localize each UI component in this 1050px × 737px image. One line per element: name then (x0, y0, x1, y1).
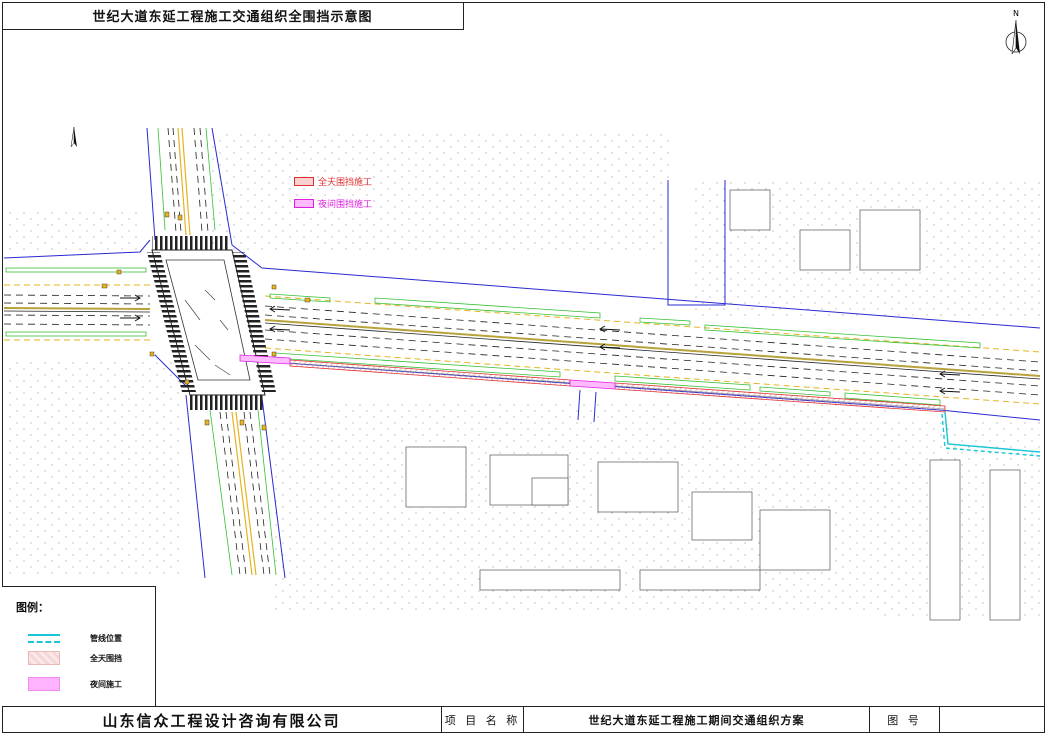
legend-title: 图例： (16, 601, 49, 614)
night-work-icon (28, 677, 60, 691)
project-label: 项 目 名 称 (442, 707, 524, 733)
night-enclosure-icon (294, 199, 314, 208)
map-legend-night-label: 夜间围挡施工 (318, 200, 373, 210)
hatched-enclosure-icon (28, 651, 60, 665)
title-block: 山东信众工程设计咨询有限公司 项 目 名 称 世纪大道东延工程施工期间交通组织方… (2, 706, 1045, 733)
figure-number (940, 707, 1045, 733)
legend-item-label: 夜间施工 (90, 680, 122, 689)
drawing-title: 世纪大道东延工程施工交通组织全围挡示意图 (2, 2, 464, 30)
map-legend-all-day-label: 全天围挡施工 (318, 178, 373, 188)
project-name: 世纪大道东延工程施工期间交通组织方案 (524, 707, 870, 733)
north-label: N (1013, 9, 1019, 18)
figure-label: 图 号 (870, 707, 940, 733)
legend-panel: 图例： 管线位置 全天围挡 夜间施工 (2, 586, 156, 706)
company-name: 山东信众工程设计咨询有限公司 (2, 707, 442, 733)
legend-item-all-day: 全天围挡 (28, 651, 152, 667)
legend-item-night: 夜间施工 (28, 677, 152, 693)
legend-item-pipeline: 管线位置 (28, 631, 152, 647)
pipeline-line-icon (28, 634, 60, 643)
map-legend-all-day: 全天围挡施工 (294, 175, 372, 188)
north-arrow-icon: N (1005, 9, 1027, 55)
map-legend-night: 夜间围挡施工 (294, 197, 372, 210)
legend-item-label: 管线位置 (90, 634, 122, 643)
north-arrow-small-icon (70, 126, 77, 148)
legend-item-label: 全天围挡 (90, 654, 122, 663)
all-day-enclosure-icon (294, 177, 314, 186)
site-plan-map (3, 127, 1041, 621)
